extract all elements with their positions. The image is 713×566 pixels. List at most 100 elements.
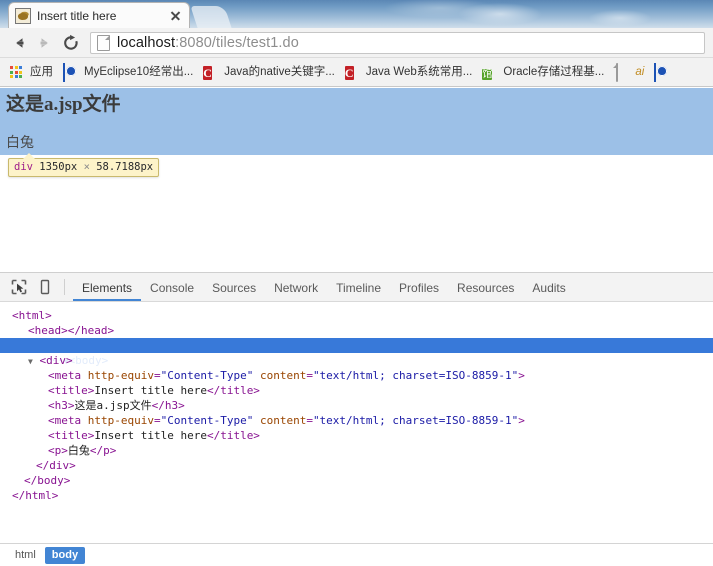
tab-strip: Insert title here [0,0,713,28]
dom-node-div-close[interactable]: </div> [0,458,713,473]
new-tab-button[interactable] [190,6,231,28]
bookmark-label: Oracle存储过程基... [503,66,604,79]
dom-node-head[interactable]: <head></head> [0,323,713,338]
reload-button[interactable] [58,30,84,56]
device-toolbar-icon[interactable] [32,275,58,299]
address-bar[interactable]: localhost:8080/tiles/test1.do [90,32,705,54]
dom-node-h3[interactable]: <h3>这是a.jsp文件</h3> [0,398,713,413]
bookmark-label: MyEclipse10经常出... [84,66,193,79]
forward-button[interactable] [32,30,58,56]
node-attr: content [260,414,306,427]
tab-console[interactable]: Console [141,274,203,301]
tab-profiles[interactable]: Profiles [390,274,448,301]
node-text: Insert title here [94,384,207,397]
baidu-icon [63,64,79,80]
bookmark-java-native[interactable]: C Java的native关键字... [198,61,340,83]
breadcrumb: html body [0,543,713,566]
dom-node-meta-2[interactable]: <meta http-equiv="Content-Type" content=… [0,413,713,428]
node-tag: <h3> [48,399,75,412]
node-tag: <meta [48,414,88,427]
url-path: :8080/tiles/test1.do [175,35,299,51]
node-tag: </p> [90,444,117,457]
node-tag: <title> [48,384,94,397]
node-tag: </title> [207,429,260,442]
reload-icon [62,34,80,52]
device-glyph [37,279,53,295]
close-icon[interactable] [169,9,183,23]
breadcrumb-body[interactable]: body [45,547,85,564]
horse-favicon [15,8,31,24]
inspect-cursor-icon[interactable] [6,275,32,299]
dom-node-meta-1[interactable]: <meta http-equiv="Content-Type" content=… [0,368,713,383]
node-tag: </body> [24,474,70,487]
tab-elements[interactable]: Elements [73,274,141,301]
apps-grid-icon [9,64,25,80]
node-tag: </html> [12,489,58,502]
tab-resources[interactable]: Resources [448,274,523,301]
node-tag: </title> [207,384,260,397]
bookmark-javaweb[interactable]: C Java Web系统常用... [340,61,478,83]
back-button[interactable] [6,30,32,56]
devtools-toolbar: Elements Console Sources Network Timelin… [0,273,713,302]
forward-arrow-icon [36,34,54,52]
node-tag: <head></head> [28,324,114,337]
node-attr: content [260,369,306,382]
tooltip-height: 58.7188px [96,161,153,173]
tooltip-tag: div [14,161,33,173]
tab-network[interactable]: Network [265,274,327,301]
csdn-icon: C [203,64,219,80]
bookmark-apps[interactable]: 应用 [4,61,58,83]
bookmark-ai[interactable]: ai [609,61,649,83]
node-tag: <html> [12,309,52,322]
node-attr: http-equiv [88,414,154,427]
page-icon [97,35,110,51]
inspect-cursor-glyph [11,279,27,295]
chevron-down-icon[interactable]: ▼ [28,357,33,366]
bookmark-myeclipse[interactable]: MyEclipse10经常出... [58,61,198,83]
bookmark-label: ai [635,66,644,79]
node-text: 白兔 [68,444,90,457]
bookmark-overflow[interactable] [649,61,675,83]
page-heading: 这是a.jsp文件 [6,94,121,116]
csdn-icon: C [345,64,361,80]
bookmarks-bar: 应用 MyEclipse10经常出... C Java的native关键字...… [0,58,713,87]
url-host: localhost [117,35,175,51]
back-arrow-icon [10,34,28,52]
tooltip-width: 1350px [39,161,77,173]
document-icon [614,64,630,80]
dom-tree: <html> <head></head> ···▼<body> ▼ <div> … [0,302,713,543]
url-text: localhost:8080/tiles/test1.do [117,35,299,51]
bookmark-label: Java Web系统常用... [366,66,473,79]
browser-tab[interactable]: Insert title here [8,2,190,28]
node-tag: </h3> [152,399,185,412]
baidu-icon [654,64,670,80]
bookmark-oracle[interactable]: 馆 Oracle存储过程基... [477,61,609,83]
node-tag: <div> [39,354,72,367]
dom-node-html-close[interactable]: </html> [0,488,713,503]
node-tag: <title> [48,429,94,442]
page-viewport: 这是a.jsp文件 白兔 div 1350px × 58.7188px [0,88,713,272]
breadcrumb-html[interactable]: html [8,547,43,564]
node-tag: <meta [48,369,88,382]
node-attr-value: "Content-Type" [161,369,254,382]
tab-title: Insert title here [37,9,167,23]
tab-sources[interactable]: Sources [203,274,265,301]
tab-audits[interactable]: Audits [523,274,574,301]
dom-node-p[interactable]: <p>白兔</p> [0,443,713,458]
bookmark-label: 应用 [30,66,53,79]
tab-timeline[interactable]: Timeline [327,274,390,301]
node-attr-value: "text/html; charset=ISO-8859-1" [313,414,518,427]
node-text: Insert title here [94,429,207,442]
element-size-tooltip: div 1350px × 58.7188px [8,158,159,177]
toolbar-divider [64,279,65,295]
dom-node-title-2[interactable]: <title>Insert title here</title> [0,428,713,443]
dom-node-div-open[interactable]: ▼ <div> [0,353,713,368]
guan-icon: 馆 [482,64,498,80]
node-attr-value: "text/html; charset=ISO-8859-1" [313,369,518,382]
dom-node-body-open[interactable]: ···▼<body> [0,338,713,353]
dom-node-html-open[interactable]: <html> [0,308,713,323]
dom-node-body-close[interactable]: </body> [0,473,713,488]
node-tag: </div> [36,459,76,472]
node-attr: http-equiv [88,369,154,382]
dom-node-title-1[interactable]: <title>Insert title here</title> [0,383,713,398]
